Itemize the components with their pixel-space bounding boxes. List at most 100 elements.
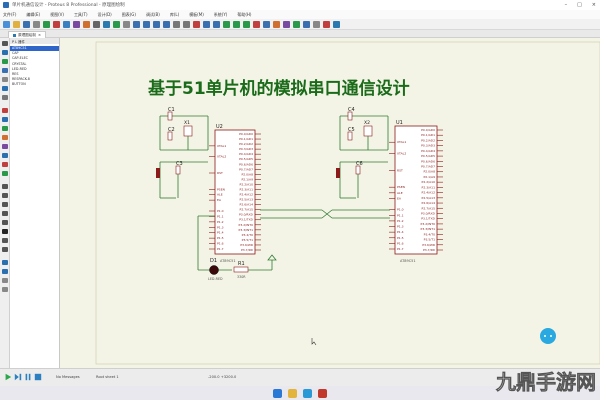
zoom-out-icon[interactable] [143,20,150,28]
tab-close-icon[interactable]: × [38,33,41,37]
block-rotate-icon[interactable] [243,20,250,28]
menu-file[interactable]: 文件(F) [3,12,16,18]
zoom-area-icon[interactable] [163,20,170,28]
pin-label: P2.7/A15 [422,206,436,210]
graph-icon[interactable] [2,126,8,131]
pin-label: P2.6/A14 [240,203,254,207]
new-icon[interactable] [3,20,10,28]
block-move-icon[interactable] [233,20,240,28]
generator-icon[interactable] [2,144,8,149]
2d-box-icon[interactable] [2,193,8,198]
save-icon[interactable] [23,20,30,28]
current-probe-icon[interactable] [2,162,8,167]
2d-text-icon[interactable] [2,229,8,234]
block-delete-icon[interactable] [253,20,260,28]
menu-tools[interactable]: 工具(T) [74,12,88,18]
menu-view[interactable]: 视图(V) [50,12,64,18]
file-explorer-icon[interactable] [288,388,297,398]
pcb-icon[interactable] [63,20,70,28]
pin-label: P0.0/AD0 [239,132,253,136]
browser-icon[interactable] [303,388,312,398]
start-icon[interactable] [273,388,282,398]
property-assign-icon[interactable] [313,20,320,28]
terminals-icon[interactable] [2,108,8,113]
menu-graph[interactable]: 图表(G) [122,12,136,18]
subcircuit-icon[interactable] [2,95,8,100]
minimize-icon[interactable]: – [565,2,568,8]
list-item[interactable]: BUTTON [10,82,59,87]
grid-icon[interactable] [103,20,110,28]
junction-dot-icon[interactable] [2,59,8,64]
paste-icon[interactable] [213,20,220,28]
pan-icon[interactable] [123,20,130,28]
voltage-probe-icon[interactable] [2,153,8,158]
right-mcu-group[interactable]: C4 C5 X2 C6 U1 AT89C51 XTAL1 XTAL2 RST PSEN… [336,107,443,263]
make-device-icon[interactable] [273,20,280,28]
status-message[interactable]: No Messages [56,375,80,379]
text-script-icon[interactable] [2,77,8,82]
tab-schematic[interactable]: 原理图绘制 × [8,31,46,38]
selection-mode-icon[interactable] [2,41,8,46]
menu-edit[interactable]: 编辑(E) [26,12,40,18]
mirror-x-icon[interactable] [2,278,8,283]
origin-icon[interactable] [113,20,120,28]
buses-icon[interactable] [2,86,8,91]
wire-label-icon[interactable] [2,68,8,73]
source-code-icon[interactable] [83,20,90,28]
wire-autorouter-icon[interactable] [293,20,300,28]
pin-label: P0.6/AD6 [239,162,253,166]
assistant-bubble-icon[interactable] [540,328,556,344]
schematic-svg[interactable]: 基于51单片机的模拟串口通信设计 C1 C2 X1 C3 U2 AT89C51 … [60,38,600,368]
2d-arc-icon[interactable] [2,211,8,216]
menu-library[interactable]: 库(L) [170,12,179,18]
pin-label: P0.5/AD5 [239,157,253,161]
zoom-in-icon[interactable] [133,20,140,28]
2d-circle-icon[interactable] [2,202,8,207]
left-mcu-group[interactable]: C1 C2 X1 C3 U2 AT89C51 XTAL1 XTAL2 RST PSEN… [156,107,277,281]
menu-design[interactable]: 设计(D) [98,12,112,18]
zoom-fit-icon[interactable] [153,20,160,28]
rotate-ccw-icon[interactable] [2,269,8,274]
undo-icon[interactable] [173,20,180,28]
tape-recorder-icon[interactable] [2,135,8,140]
pin-label: P3.0/RXD [421,211,436,215]
search-icon[interactable] [303,20,310,28]
copy-icon[interactable] [203,20,210,28]
pause-icon[interactable] [24,373,32,381]
refresh-icon[interactable] [93,20,100,28]
open-icon[interactable] [13,20,20,28]
close-icon[interactable]: × [592,2,596,8]
2d-marker-icon[interactable] [2,247,8,252]
maximize-icon[interactable]: □ [577,2,582,8]
menu-template[interactable]: 模板(M) [189,12,204,18]
block-copy-icon[interactable] [223,20,230,28]
proteus-taskbar-icon[interactable] [318,388,327,398]
component-mode-icon[interactable] [2,50,8,55]
2d-symbol-icon[interactable] [2,238,8,243]
electrical-check-icon[interactable] [323,20,330,28]
redo-icon[interactable] [183,20,190,28]
rotate-cw-icon[interactable] [2,260,8,265]
virtual-instruments-icon[interactable] [2,171,8,176]
package-tool-icon[interactable] [283,20,290,28]
step-icon[interactable] [14,373,22,381]
serial-cross-wires[interactable] [260,209,390,219]
pick-device-icon[interactable] [263,20,270,28]
device-pins-icon[interactable] [2,117,8,122]
netlist-icon[interactable] [333,20,340,28]
pin-label: P1.5 [217,236,224,240]
mirror-y-icon[interactable] [2,287,8,292]
cut-icon[interactable] [193,20,200,28]
menu-system[interactable]: 系统(Y) [214,12,228,18]
2d-line-icon[interactable] [2,184,8,189]
schematic-canvas[interactable]: 基于51单片机的模拟串口通信设计 C1 C2 X1 C3 U2 AT89C51 … [60,38,600,368]
menu-help[interactable]: 帮助(H) [237,12,251,18]
play-icon[interactable] [4,373,12,381]
2d-path-icon[interactable] [2,220,8,225]
stop-icon[interactable] [34,373,42,381]
bom-icon[interactable] [73,20,80,28]
schematic-icon[interactable] [53,20,60,28]
close-project-icon[interactable] [33,20,40,28]
menu-debug[interactable]: 调试(B) [146,12,160,18]
home-icon[interactable] [43,20,50,28]
